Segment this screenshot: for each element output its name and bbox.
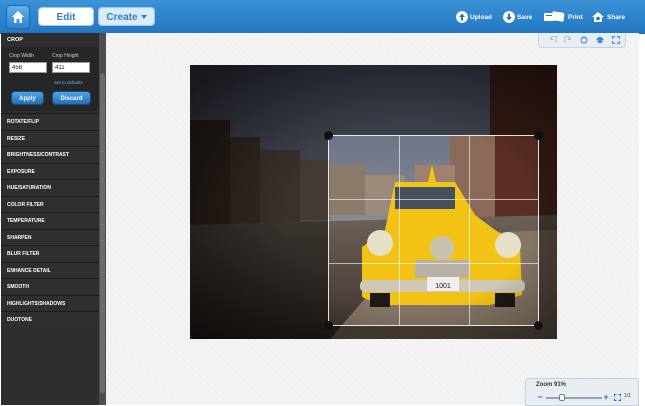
layers-icon[interactable] [596,36,604,44]
share-label: Share [607,14,626,21]
apply-button[interactable]: Apply [11,91,44,105]
crop-grid-line [469,136,470,325]
sidebar-item-resize[interactable]: RESIZE [1,129,99,146]
tab-create[interactable]: Create [98,7,155,26]
sidebar-item-rotate-flip[interactable]: ROTATE/FLIP [1,113,99,129]
crop-handle-top-left[interactable] [324,131,333,140]
share-icon [592,12,604,22]
zoom-slider-track[interactable] [546,397,602,399]
print-label: Print [568,14,583,21]
history-toolbar [538,33,626,48]
crop-grid-line [329,263,538,264]
chevron-down-icon [140,15,147,20]
zoom-slider-handle[interactable] [559,394,565,401]
crop-height-label: Crop Height [52,53,79,59]
sidebar-item-exposure[interactable]: EXPOSURE [1,162,99,179]
crop-handle-top-right[interactable] [534,131,543,140]
upload-label: Upload [470,14,493,21]
crop-selection-box[interactable] [328,135,539,326]
sidebar-item-duotone[interactable]: DUOTONE [1,311,99,327]
crop-handle-bottom-right[interactable] [534,321,543,330]
undo-icon[interactable] [549,36,557,44]
zoom-in-button[interactable]: + [602,393,610,402]
zoom-panel: Zoom 91% − + 1/1 [525,378,639,406]
sidebar-item-temperature[interactable]: TEMPERATURE [1,212,99,228]
home-button[interactable] [6,5,30,29]
sidebar-item-sharpen[interactable]: SHARPEN [1,228,99,245]
print-icon [544,11,565,22]
crop-panel: Crop Width Crop Height Set to defaults A… [1,47,99,111]
set-to-defaults-link[interactable]: Set to defaults [54,80,83,85]
home-icon [12,11,24,23]
sidebar-item-smooth[interactable]: SMOOTH [1,278,99,294]
reset-icon[interactable] [580,36,588,44]
crop-panel-title[interactable]: CROP [1,33,99,47]
redo-icon[interactable] [564,36,572,44]
sidebar-item-highlights-shadows[interactable]: HIGHLIGHTS/SHADOWS [1,294,99,311]
fullscreen-icon[interactable] [612,36,620,44]
crop-width-input[interactable] [9,62,47,73]
save-label: Save [517,14,533,21]
crop-height-input[interactable] [52,62,90,73]
crop-handle-bottom-left[interactable] [324,321,333,330]
zoom-label: Zoom 91% [536,382,567,388]
discard-button[interactable]: Discard [52,91,91,105]
sidebar-item-enhance-detail[interactable]: ENHANCE DETAIL [1,261,99,278]
sidebar-scrollbar[interactable] [99,33,106,405]
sidebar-item-brightness-contrast[interactable]: BRIGHTNESS/CONTRAST [1,146,99,162]
adjustments-sidebar: CROP Crop Width Crop Height Set to defau… [1,33,99,405]
crop-grid-line [329,199,538,200]
tab-edit[interactable]: Edit [38,7,94,26]
photo-editor-app: Edit Create Upload Save Print Share CROP… [0,0,645,406]
sidebar-item-blur-filter[interactable]: BLUR FILTER [1,245,99,261]
tab-create-label: Create [106,12,138,23]
crop-width-label: Crop Width [9,53,35,59]
crop-grid-line [399,136,400,325]
upload-icon [456,11,468,23]
zoom-out-button[interactable]: − [536,393,544,402]
sidebar-scroll-thumb[interactable] [100,73,105,393]
save-icon [503,11,515,23]
sidebar-item-hue-saturation[interactable]: HUE/SATURATION [1,179,99,195]
sidebar-item-color-filter[interactable]: COLOR FILTER [1,195,99,212]
top-toolbar: Edit Create Upload Save Print Share [0,0,645,34]
fit-to-screen-icon[interactable] [614,394,621,401]
page-indicator: 1/1 [624,393,631,399]
